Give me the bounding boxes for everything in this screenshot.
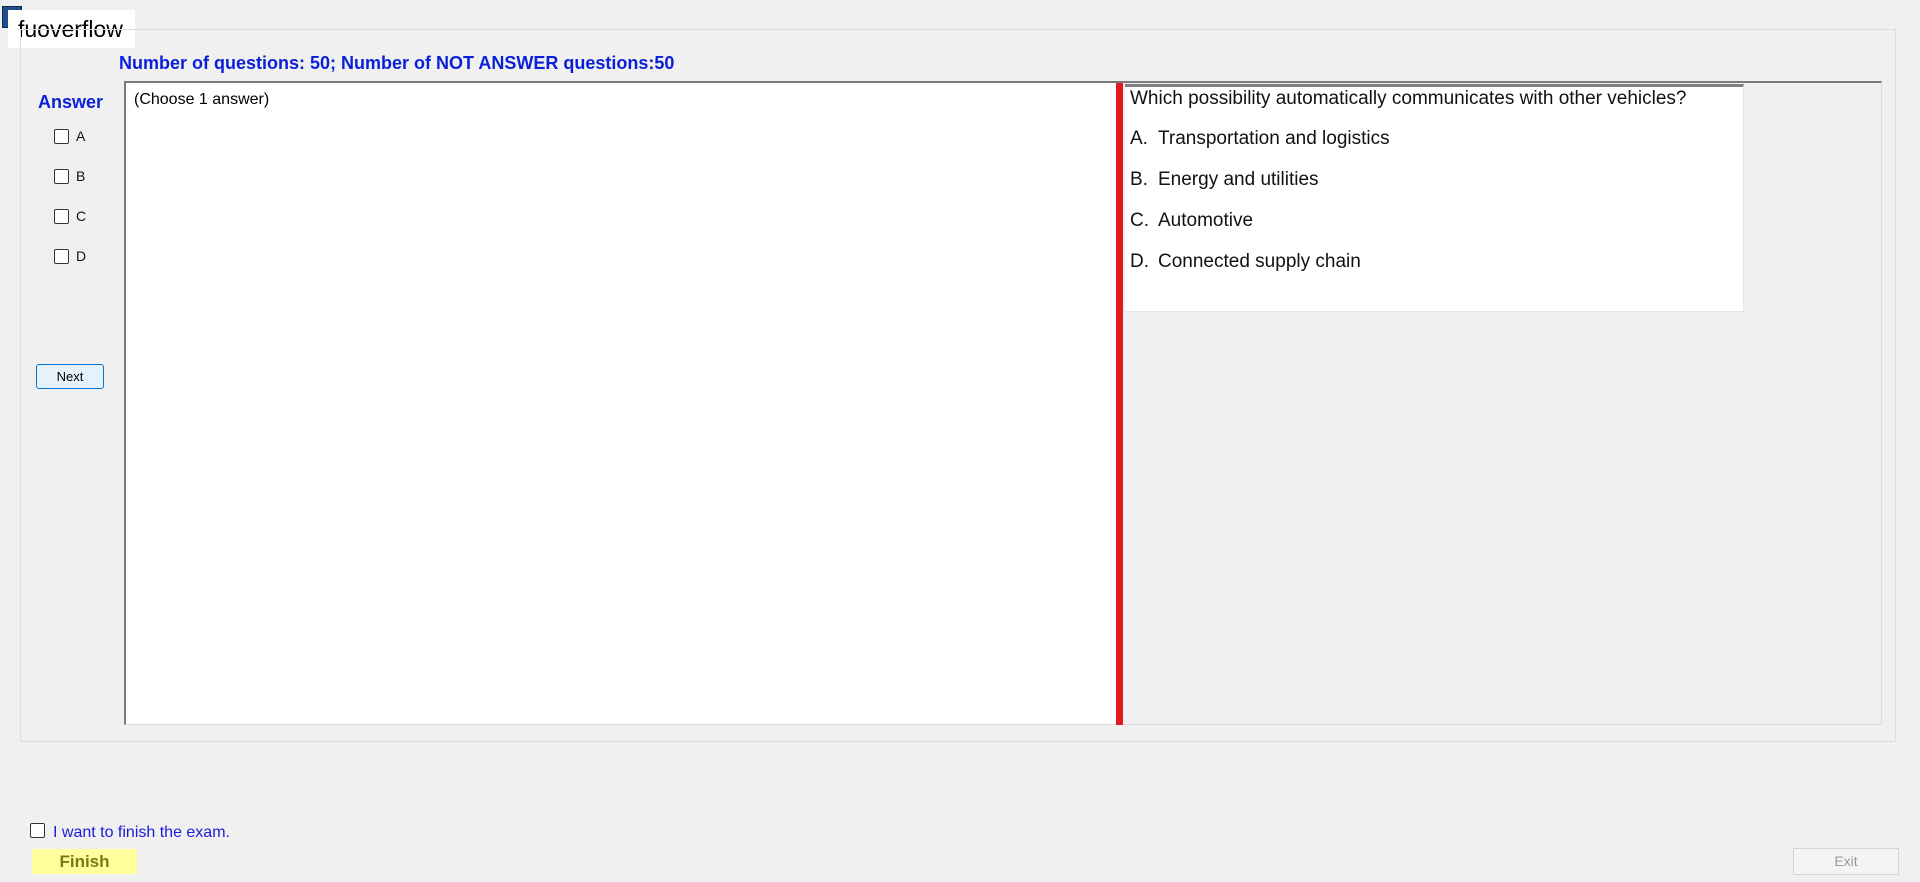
answer-title: Answer xyxy=(38,92,104,112)
choice-c: C. Automotive xyxy=(1130,210,1253,232)
option-label-a: A xyxy=(76,128,86,144)
finish-button[interactable]: Finish xyxy=(32,849,137,874)
choice-text-b: Energy and utilities xyxy=(1158,169,1319,190)
option-label-d: D xyxy=(76,248,87,264)
choice-letter-c: C. xyxy=(1130,210,1149,231)
next-button[interactable]: Next xyxy=(36,364,104,389)
choose-hint: (Choose 1 answer) xyxy=(134,91,270,108)
answer-option-b[interactable]: B xyxy=(54,165,85,187)
answer-option-d[interactable]: D xyxy=(54,245,86,267)
choice-text-c: Automotive xyxy=(1158,210,1254,231)
choice-letter-d: D. xyxy=(1130,251,1149,272)
choice-a: A. Transportation and logistics xyxy=(1130,128,1390,150)
choice-text-d: Connected supply chain xyxy=(1158,251,1361,272)
exit-button[interactable]: Exit xyxy=(1793,848,1899,875)
checkbox-d[interactable] xyxy=(54,248,69,264)
option-label-c: C xyxy=(76,208,87,224)
checkbox-a[interactable] xyxy=(54,128,69,144)
question-stats: Number of questions: 50; Number of NOT A… xyxy=(119,53,675,73)
option-label-b: B xyxy=(76,168,86,184)
question-box xyxy=(1125,84,1744,312)
finish-exam-label[interactable]: I want to finish the exam. xyxy=(53,824,230,842)
choice-letter-b: B. xyxy=(1130,169,1148,190)
choice-text-a: Transportation and logistics xyxy=(1158,128,1390,149)
checkbox-c[interactable] xyxy=(54,208,69,224)
choice-letter-a: A. xyxy=(1130,128,1148,149)
answer-option-a[interactable]: A xyxy=(54,125,85,147)
answer-option-c[interactable]: C xyxy=(54,205,86,227)
answer-text-pane[interactable] xyxy=(126,83,1116,724)
question-text: Which possibility automatically communic… xyxy=(1130,88,1687,109)
checkbox-b[interactable] xyxy=(54,168,69,184)
finish-exam-checkbox[interactable] xyxy=(30,823,45,838)
choice-d: D. Connected supply chain xyxy=(1130,251,1361,273)
choice-b: B. Energy and utilities xyxy=(1130,169,1319,191)
pane-splitter[interactable] xyxy=(1116,83,1123,725)
